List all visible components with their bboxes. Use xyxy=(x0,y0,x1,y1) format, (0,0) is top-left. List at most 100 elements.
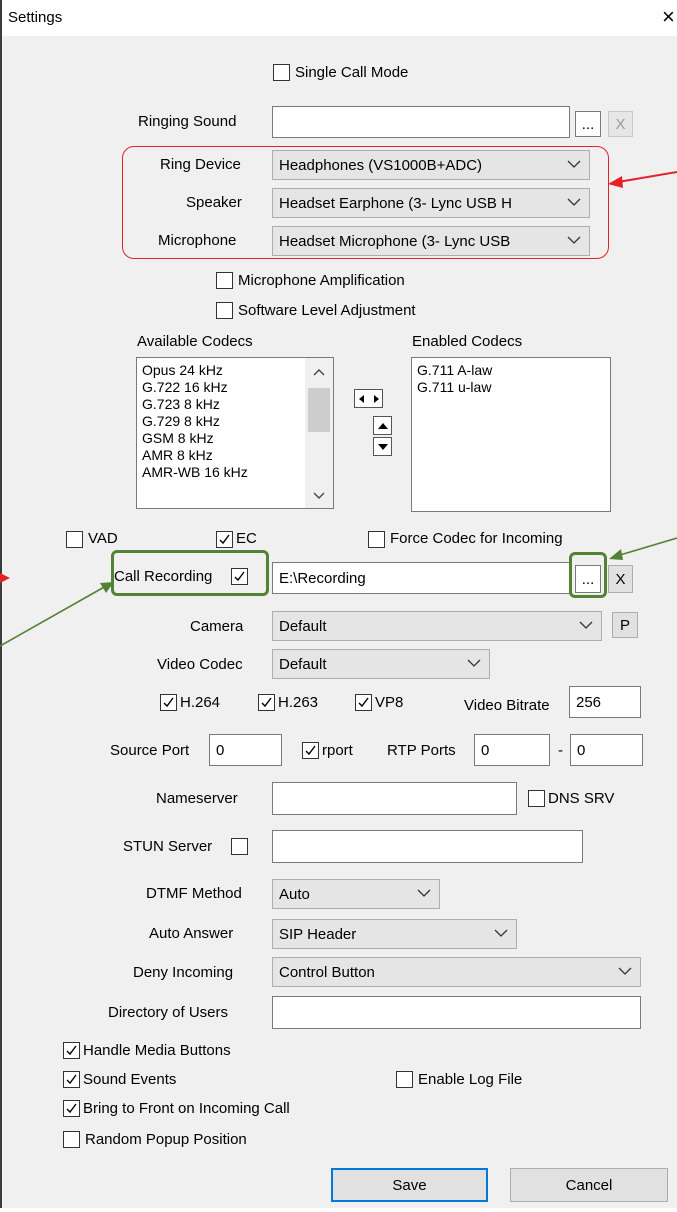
list-item[interactable]: GSM 8 kHz xyxy=(137,430,333,447)
ringing-sound-clear-button[interactable]: X xyxy=(608,111,633,137)
camera-preview-button[interactable]: P xyxy=(612,612,638,638)
list-item[interactable]: G.729 8 kHz xyxy=(137,413,333,430)
deny-incoming-value: Control Button xyxy=(279,963,375,981)
ringing-sound-browse-button[interactable]: ... xyxy=(575,111,601,137)
check-icon xyxy=(66,1103,77,1114)
chevron-down-icon xyxy=(494,929,508,937)
sound-events-checkbox[interactable] xyxy=(63,1071,80,1088)
vp8-label: VP8 xyxy=(375,694,404,711)
rtp-port-to-field[interactable]: 0 xyxy=(570,734,643,766)
stun-server-checkbox[interactable] xyxy=(231,838,248,855)
rport-checkbox[interactable] xyxy=(302,742,319,759)
check-icon xyxy=(261,697,272,708)
directory-of-users-label: Directory of Users xyxy=(108,1004,229,1021)
enable-log-file-checkbox[interactable] xyxy=(396,1071,413,1088)
stun-server-field[interactable] xyxy=(272,830,583,863)
check-icon xyxy=(305,745,316,756)
move-left-right-button[interactable] xyxy=(354,389,383,408)
nameserver-field[interactable] xyxy=(272,782,517,815)
down-arrow-icon xyxy=(378,444,388,450)
software-level-label: Software Level Adjustment xyxy=(238,302,416,319)
mic-amplification-label: Microphone Amplification xyxy=(238,272,405,289)
dtmf-method-value: Auto xyxy=(279,885,310,903)
chevron-down-icon xyxy=(618,967,632,975)
dtmf-method-label: DTMF Method xyxy=(146,885,242,902)
left-right-arrows-icon xyxy=(359,395,379,403)
move-up-button[interactable] xyxy=(373,416,392,435)
auto-answer-select[interactable]: SIP Header xyxy=(272,919,517,949)
list-item[interactable]: G.723 8 kHz xyxy=(137,396,333,413)
stun-server-label: STUN Server xyxy=(123,838,213,855)
video-codec-value: Default xyxy=(279,655,327,673)
check-icon xyxy=(163,697,174,708)
auto-answer-value: SIP Header xyxy=(279,925,357,943)
deny-incoming-select[interactable]: Control Button xyxy=(272,957,641,987)
scroll-down-icon[interactable] xyxy=(313,492,325,500)
handle-media-buttons-label: Handle Media Buttons xyxy=(83,1042,231,1059)
check-icon xyxy=(66,1045,77,1056)
cancel-button[interactable]: Cancel xyxy=(510,1168,668,1202)
scroll-thumb[interactable] xyxy=(308,388,330,432)
red-arrow xyxy=(608,171,677,188)
list-item[interactable]: Opus 24 kHz xyxy=(137,362,333,379)
chevron-down-icon xyxy=(417,889,431,897)
bring-to-front-label: Bring to Front on Incoming Call xyxy=(83,1100,290,1117)
mic-amplification-checkbox[interactable] xyxy=(216,272,233,289)
camera-label: Camera xyxy=(190,618,244,635)
video-bitrate-label: Video Bitrate xyxy=(464,697,550,714)
rtp-ports-label: RTP Ports xyxy=(387,742,456,759)
auto-answer-label: Auto Answer xyxy=(149,925,234,942)
h263-checkbox[interactable] xyxy=(258,694,275,711)
dns-srv-label: DNS SRV xyxy=(548,790,615,807)
scroll-up-icon[interactable] xyxy=(313,368,325,376)
single-call-mode-label: Single Call Mode xyxy=(295,64,409,81)
h263-label: H.263 xyxy=(278,694,319,711)
chevron-down-icon xyxy=(467,659,481,667)
random-popup-checkbox[interactable] xyxy=(63,1131,80,1148)
ringing-sound-field[interactable] xyxy=(272,106,570,138)
h264-checkbox[interactable] xyxy=(160,694,177,711)
move-down-button[interactable] xyxy=(373,437,392,456)
close-icon[interactable]: × xyxy=(662,4,675,30)
list-item[interactable]: G.711 A-law xyxy=(412,362,610,379)
enabled-codecs-label: Enabled Codecs xyxy=(412,333,523,350)
available-codecs-list[interactable]: Opus 24 kHz G.722 16 kHz G.723 8 kHz G.7… xyxy=(136,357,334,509)
rtp-port-from-field[interactable]: 0 xyxy=(474,734,550,766)
camera-value: Default xyxy=(279,617,327,635)
list-item[interactable]: G.711 u-law xyxy=(412,379,610,396)
bottom-edge xyxy=(0,1208,677,1212)
rport-label: rport xyxy=(322,742,353,759)
up-arrow-icon xyxy=(378,423,388,429)
source-port-field[interactable]: 0 xyxy=(209,734,282,766)
single-call-mode-checkbox[interactable] xyxy=(273,64,290,81)
rtp-ports-dash: - xyxy=(558,742,563,759)
random-popup-label: Random Popup Position xyxy=(85,1131,247,1148)
vp8-checkbox[interactable] xyxy=(355,694,372,711)
available-codecs-scrollbar[interactable] xyxy=(305,358,333,508)
sound-events-label: Sound Events xyxy=(83,1071,177,1088)
title-bar xyxy=(2,0,677,36)
source-port-label: Source Port xyxy=(110,742,190,759)
handle-media-buttons-checkbox[interactable] xyxy=(63,1042,80,1059)
list-item[interactable]: AMR 8 kHz xyxy=(137,447,333,464)
window-title: Settings xyxy=(8,9,63,26)
dns-srv-checkbox[interactable] xyxy=(528,790,545,807)
deny-incoming-label: Deny Incoming xyxy=(133,964,234,981)
enabled-codecs-list[interactable]: G.711 A-law G.711 u-law xyxy=(411,357,611,512)
video-codec-label: Video Codec xyxy=(157,656,243,673)
bring-to-front-checkbox[interactable] xyxy=(63,1100,80,1117)
video-codec-select[interactable]: Default xyxy=(272,649,490,679)
chevron-down-icon xyxy=(579,621,593,629)
enable-log-file-label: Enable Log File xyxy=(418,1071,523,1088)
dtmf-method-select[interactable]: Auto xyxy=(272,879,440,909)
camera-select[interactable]: Default xyxy=(272,611,602,641)
directory-of-users-field[interactable] xyxy=(272,996,641,1029)
nameserver-label: Nameserver xyxy=(156,790,238,807)
software-level-checkbox[interactable] xyxy=(216,302,233,319)
check-icon xyxy=(66,1074,77,1085)
list-item[interactable]: AMR-WB 16 kHz xyxy=(137,464,333,481)
video-bitrate-field[interactable]: 256 xyxy=(569,686,641,718)
save-button[interactable]: Save xyxy=(331,1168,488,1202)
list-item[interactable]: G.722 16 kHz xyxy=(137,379,333,396)
ringing-sound-label: Ringing Sound xyxy=(138,113,237,130)
